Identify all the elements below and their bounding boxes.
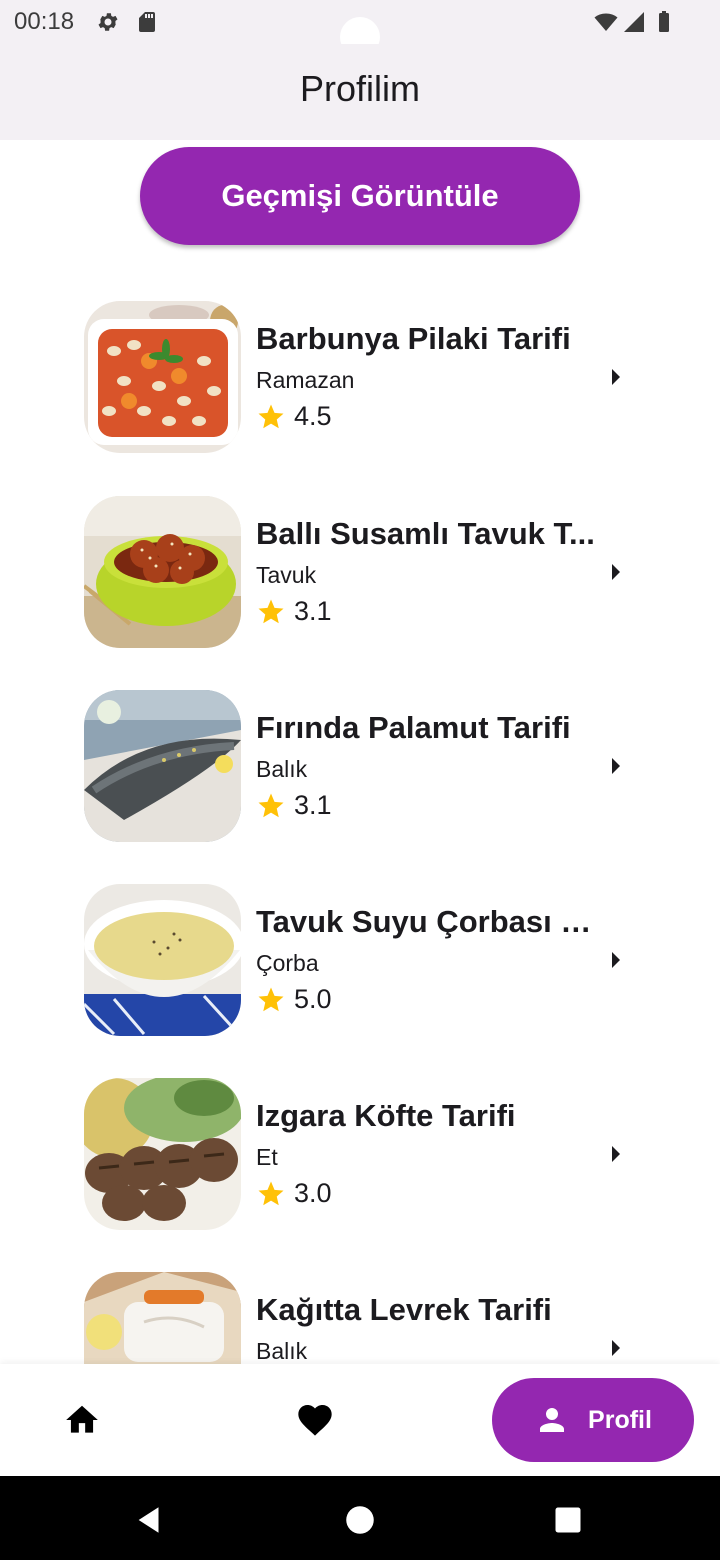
view-history-button[interactable]: Geçmişi Görüntüle [140,147,580,245]
recipe-category: Ramazan [256,367,355,393]
star-icon [258,404,284,428]
recipe-list-item[interactable]: Ballı Susamlı Tavuk T... Tavuk 3.1 [84,496,644,648]
bottom-navigation: Profil [0,1364,720,1476]
rating-value: 5.0 [294,984,332,1014]
recipe-category: Balık [256,1338,308,1364]
rating-value: 3.1 [294,596,332,626]
nav-profile-label: Profil [588,1405,652,1434]
star-icon [258,599,284,623]
recipe-title: Izgara Köfte Tarifi [256,1098,516,1133]
recipe-list-item[interactable]: Kağıtta Levrek Tarifi Balık [84,1272,644,1364]
chevron-right-icon [612,369,620,385]
chevron-right-icon [612,1340,620,1356]
recipe-list-item[interactable]: Izgara Köfte Tarifi Et 3.0 [84,1078,644,1230]
recipe-title: Fırında Palamut Tarifi [256,710,571,745]
recipe-rating: 5.0 [256,984,332,1015]
home-icon [66,1405,98,1433]
nav-favorites-button[interactable] [285,1394,345,1446]
chevron-right-icon [612,952,620,968]
recipe-list-item[interactable]: Barbunya Pilaki Tarifi Ramazan 4.5 [84,301,644,453]
back-triangle-icon [138,1507,159,1533]
rating-value: 4.5 [294,401,332,431]
star-icon [258,1181,284,1205]
page-title: Profilim [299,68,420,109]
wifi-icon [594,10,618,34]
rating-value: 3.1 [294,790,332,820]
home-system-button[interactable] [340,1500,380,1540]
star-icon [258,987,284,1011]
recipe-category: Balık [256,756,308,782]
recipe-rating: 3.1 [256,790,332,821]
recipe-list-item[interactable]: Tavuk Suyu Çorbası T... Çorba 5.0 [84,884,644,1036]
recipe-title: Barbunya Pilaki Tarifi [256,321,571,356]
recipe-title: Kağıtta Levrek Tarifi [256,1292,552,1327]
recipe-category: Tavuk [256,562,317,588]
sd-card-icon [135,10,159,34]
status-bar: 00:18 [0,0,720,57]
recipe-title: Ballı Susamlı Tavuk T... [256,516,595,551]
nav-profile-button[interactable]: Profil [492,1378,694,1462]
recipe-thumbnail [84,884,241,1036]
recipe-thumbnail [84,690,241,842]
recipe-title: Tavuk Suyu Çorbası T... [256,904,596,939]
star-icon [258,793,284,817]
app-bar: Profilim [0,44,720,140]
status-time: 00:18 [14,8,75,35]
recipe-rating: 3.0 [256,1178,332,1209]
recents-square-icon [555,1507,581,1533]
recipe-thumbnail [84,1272,241,1364]
back-button[interactable] [130,1500,170,1540]
recipe-rating: 3.1 [256,596,332,627]
signal-icon [622,10,646,34]
chevron-right-icon [612,758,620,774]
recipe-thumbnail [84,496,241,648]
recipe-rating: 4.5 [256,401,332,432]
nav-home-button[interactable] [52,1394,112,1446]
system-navigation-bar [0,1476,720,1560]
settings-icon [96,10,120,34]
recipe-thumbnail [84,301,241,453]
battery-icon [652,10,676,34]
recipe-category: Çorba [256,950,319,976]
recents-button[interactable] [548,1500,588,1540]
recipe-list: Barbunya Pilaki Tarifi Ramazan 4.5 Ballı… [0,300,720,1364]
recipe-list-item[interactable]: Fırında Palamut Tarifi Balık 3.1 [84,690,644,842]
chevron-right-icon [612,564,620,580]
recipe-category: Et [256,1144,278,1170]
home-circle-icon [346,1506,374,1534]
recipe-thumbnail [84,1078,241,1230]
person-icon [540,1408,565,1432]
heart-icon [298,1405,332,1436]
chevron-right-icon [612,1146,620,1162]
rating-value: 3.0 [294,1178,332,1208]
